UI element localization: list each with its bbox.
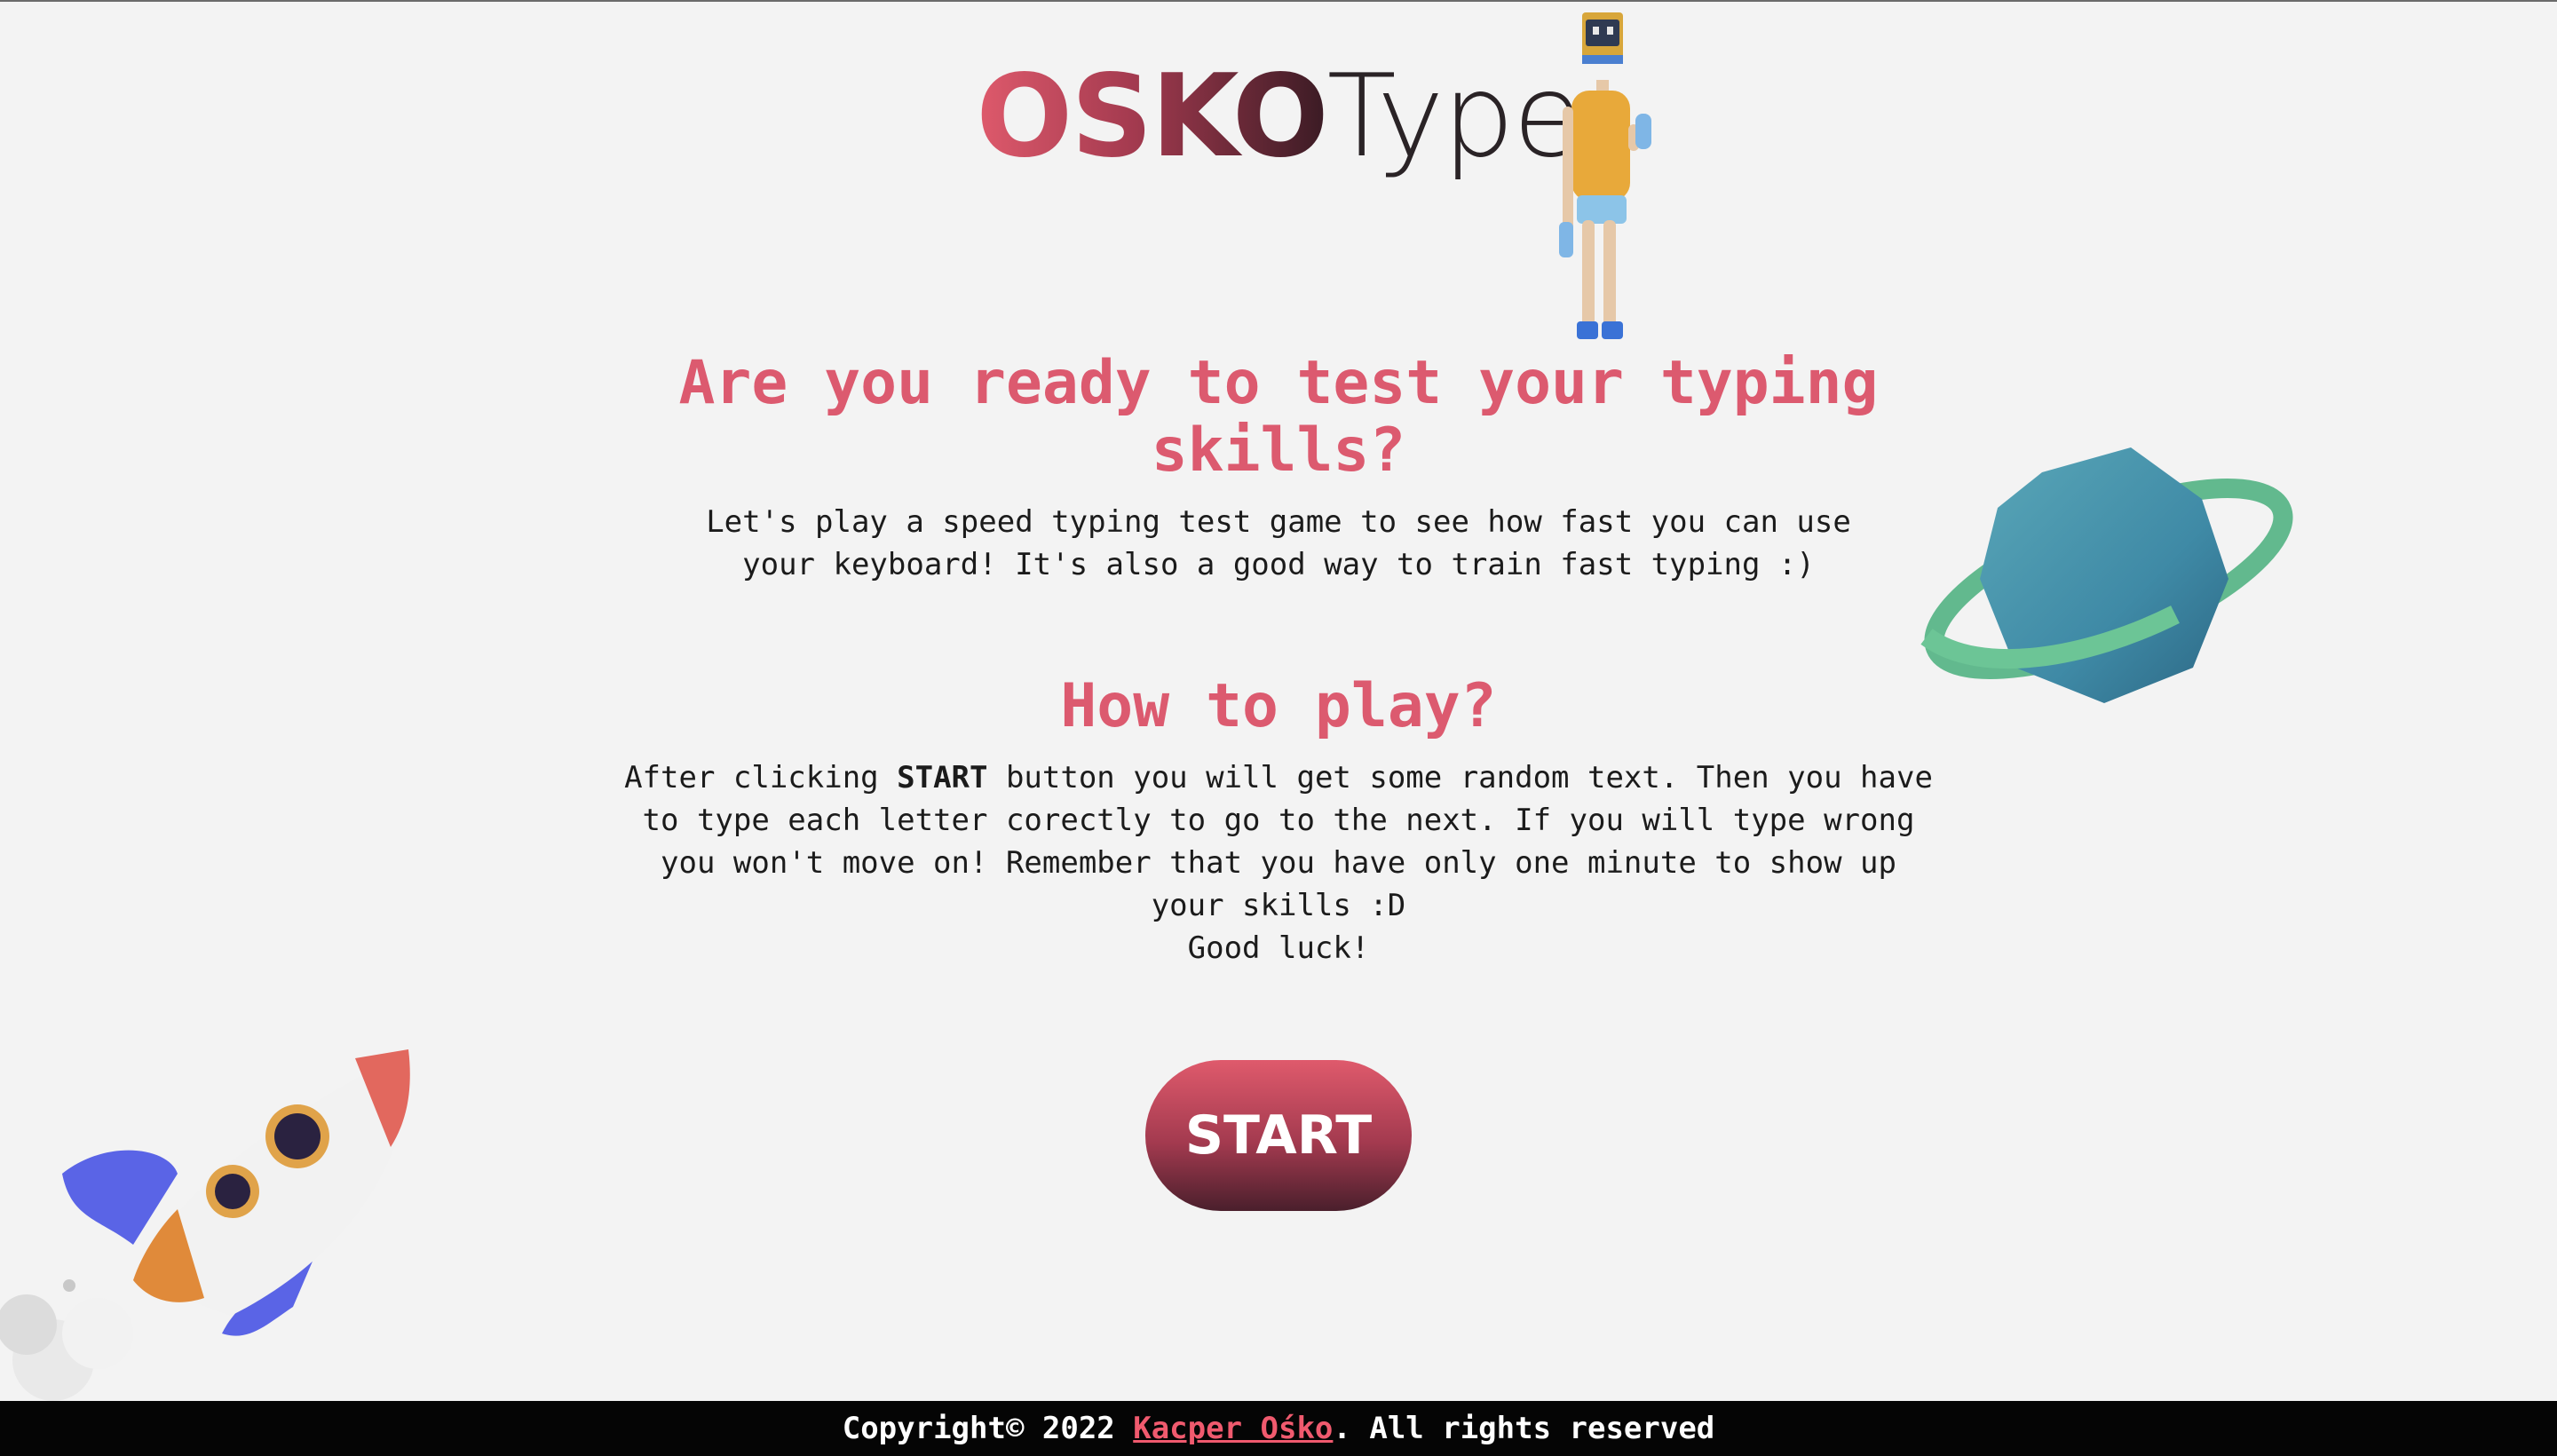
waving-character-icon (1559, 12, 1651, 339)
good-luck-text: Good luck! (1187, 930, 1370, 966)
intro-text: Let's play a speed typing test game to s… (706, 504, 1851, 582)
logo-light-text: Type (1326, 51, 1583, 183)
how-to-play-heading: How to play? (1060, 671, 1497, 741)
app-logo: OSKOType (0, 55, 2557, 179)
footer: Copyright© 2022 Kacper Ośko. All rights … (0, 1401, 2557, 1456)
logo-bold-text: OSKO (976, 51, 1328, 183)
how-to-play-text: After clicking START button you will get… (621, 756, 1936, 969)
footer-rights: . All rights reserved (1333, 1411, 1715, 1446)
start-button[interactable]: START (1145, 1060, 1412, 1211)
how-to-text-start: After clicking (624, 760, 898, 795)
footer-copyright: Copyright© 2022 (842, 1411, 1134, 1446)
rocket-icon (0, 1049, 410, 1401)
ringed-planet-icon (1920, 447, 2293, 703)
how-to-start-keyword: START (897, 760, 988, 795)
author-link[interactable]: Kacper Ośko (1133, 1411, 1333, 1446)
intro-heading: Are you ready to test your typing skills… (678, 348, 1879, 486)
